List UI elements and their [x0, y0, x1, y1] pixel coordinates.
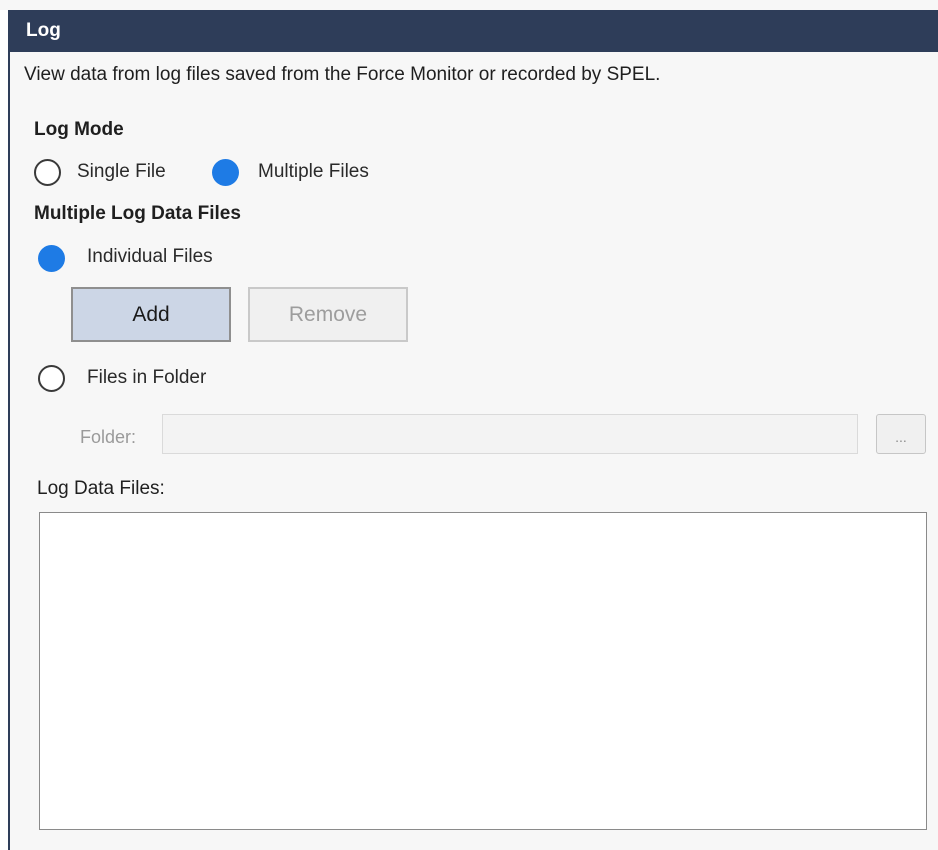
log-data-files-label: Log Data Files: [37, 478, 165, 499]
browse-button[interactable]: ... [876, 414, 926, 454]
ellipsis-icon: ... [895, 429, 907, 445]
panel-titlebar: Log [8, 10, 938, 52]
single-file-label[interactable]: Single File [77, 161, 166, 183]
panel-title: Log [26, 20, 61, 41]
log-panel: Log View data from log files saved from … [0, 0, 938, 850]
folder-label: Folder: [80, 427, 137, 447]
individual-files-label[interactable]: Individual Files [87, 246, 213, 268]
panel-description: View data from log files saved from the … [24, 64, 661, 85]
remove-button[interactable]: Remove [248, 287, 408, 342]
single-file-radio[interactable] [34, 159, 61, 186]
log-data-files-list[interactable] [39, 512, 927, 830]
individual-files-radio[interactable] [38, 245, 65, 272]
log-mode-heading: Log Mode [34, 119, 124, 140]
files-in-folder-label[interactable]: Files in Folder [87, 367, 206, 389]
multiple-files-label[interactable]: Multiple Files [258, 161, 369, 183]
panel-content: View data from log files saved from the … [10, 52, 938, 850]
multiple-files-radio[interactable] [212, 159, 239, 186]
files-in-folder-radio[interactable] [38, 365, 65, 392]
add-button[interactable]: Add [71, 287, 231, 342]
multiple-files-heading: Multiple Log Data Files [34, 203, 241, 224]
folder-path-input[interactable] [162, 414, 858, 454]
